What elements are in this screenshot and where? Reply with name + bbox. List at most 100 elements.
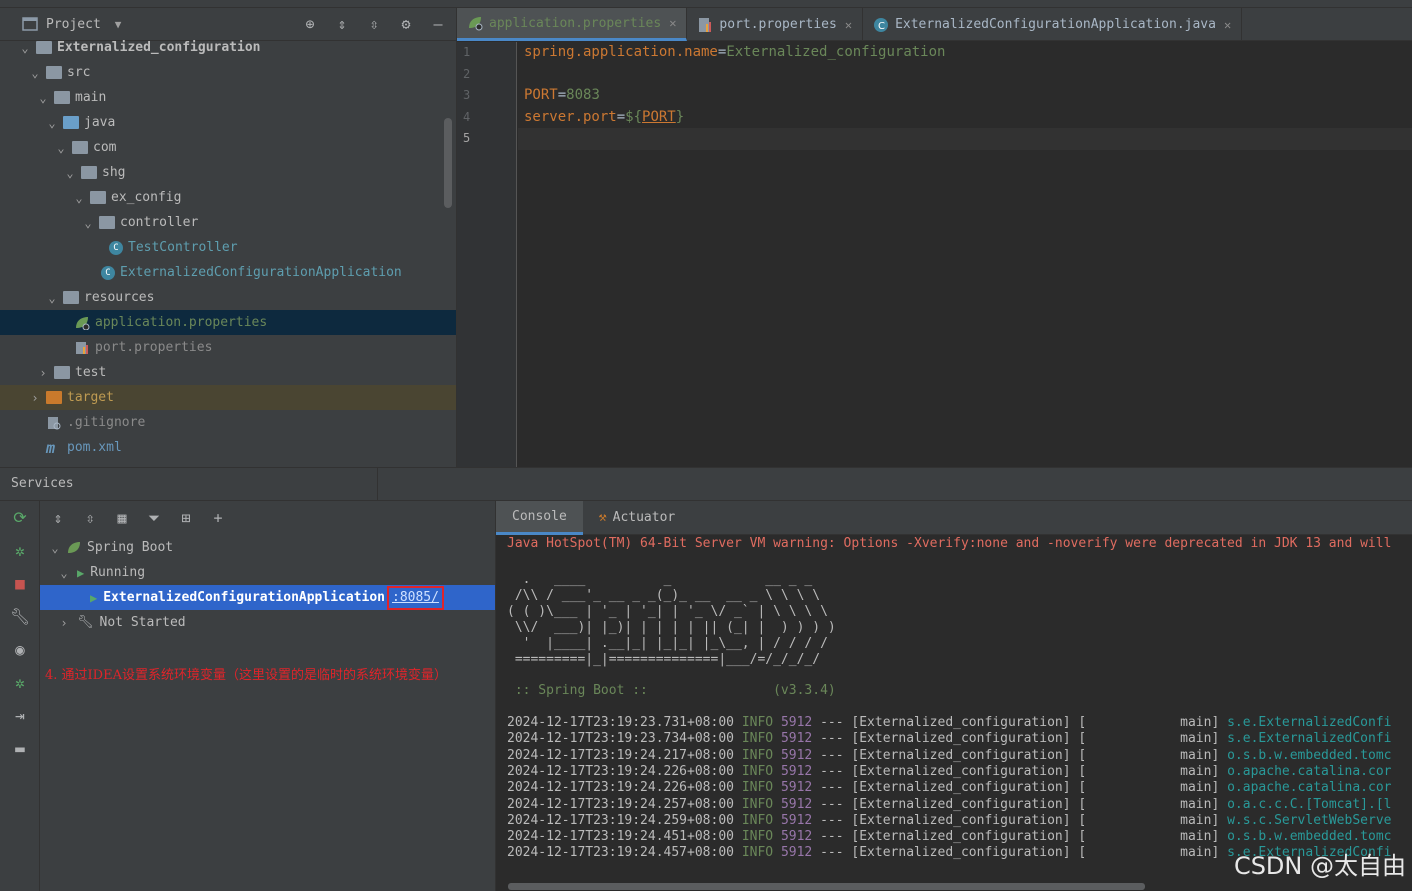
running-node[interactable]: ⌄ ▶ Running: [40, 560, 495, 585]
new-tab-icon[interactable]: ⊞: [176, 508, 196, 528]
window-top-strip: [0, 0, 1412, 8]
tree-item-module[interactable]: ⌄ Externalized_configuration: [0, 35, 456, 60]
close-icon[interactable]: ✕: [669, 16, 676, 30]
chevron-down-icon[interactable]: ⌄: [63, 166, 77, 180]
code-area[interactable]: spring.application.name = Externalized_con…: [518, 42, 1412, 467]
minimize-icon[interactable]: —: [428, 14, 448, 34]
tab-actuator[interactable]: ⚒ Actuator: [583, 501, 691, 535]
log-cls[interactable]: o.apache.catalina.cor: [1227, 780, 1391, 795]
log-sep: ---: [820, 731, 844, 747]
not-started-node[interactable]: › 🔧︎ Not Started: [40, 610, 495, 635]
chevron-down-icon[interactable]: ⌄: [45, 116, 59, 130]
log-cls[interactable]: s.e.ExternalizedConfi: [1227, 731, 1391, 746]
import-icon[interactable]: ⇥: [0, 699, 40, 732]
log-pid: 5912: [780, 780, 813, 796]
chevron-down-icon[interactable]: ⌄: [18, 41, 32, 55]
log-pid: 5912: [780, 845, 813, 861]
chevron-down-icon[interactable]: ⌄: [54, 141, 68, 155]
log-line: 2024-12-17T23:19:24.257+08:00 INFO 5912 …: [507, 797, 1391, 813]
chevron-right-icon[interactable]: ›: [28, 391, 42, 405]
chevron-down-icon[interactable]: ⌄: [81, 216, 95, 230]
chevron-right-icon[interactable]: ›: [36, 366, 50, 380]
layout-icon[interactable]: ▬: [0, 732, 40, 765]
tree-item-test[interactable]: › test: [0, 360, 456, 385]
tree-item-application-class[interactable]: C ExternalizedConfigurationApplication: [0, 260, 456, 285]
code-line[interactable]: [518, 64, 1412, 86]
tree-item-controller[interactable]: ⌄ controller: [0, 210, 456, 235]
gear-icon[interactable]: ⚙: [396, 14, 416, 34]
project-panel: Project ▼ ⊕ ⇕ ⇳ ⚙ — ⌄ Externalized_confi…: [0, 8, 457, 467]
tree-item-ex-config[interactable]: ⌄ ex_config: [0, 185, 456, 210]
play-icon: ▶: [77, 565, 85, 580]
tab-application-properties[interactable]: application.properties ✕: [457, 8, 688, 41]
log-thread: main]: [1094, 731, 1220, 747]
placeholder-close: }: [675, 108, 685, 125]
placeholder-reference[interactable]: PORT: [642, 109, 676, 125]
services-tree-panel: ⇕ ⇳ ▦ ⏷ ⊞ + ⌄ Spring Boot ⌄ ▶ Running ▶ …: [40, 501, 496, 891]
filter-icon[interactable]: ⏷: [144, 508, 164, 528]
stop-icon[interactable]: ■: [0, 567, 40, 600]
tree-item-pom[interactable]: m pom.xml: [0, 435, 456, 460]
tab-label: port.properties: [719, 17, 837, 32]
project-scrollbar[interactable]: [444, 118, 452, 208]
chevron-down-icon[interactable]: ▼: [115, 18, 122, 31]
tree-item-src[interactable]: ⌄ src: [0, 60, 456, 85]
close-icon[interactable]: ✕: [1224, 18, 1231, 32]
package-icon: [99, 216, 115, 229]
port-link[interactable]: :8085/: [387, 585, 444, 610]
expand-all-icon[interactable]: ⇕: [332, 14, 352, 34]
debug-settings-icon[interactable]: ✲: [0, 666, 40, 699]
chevron-down-icon[interactable]: ⌄: [72, 191, 86, 205]
maven-icon: m: [46, 438, 56, 457]
console-scrollbar[interactable]: [508, 883, 1145, 890]
tab-console[interactable]: Console: [496, 501, 583, 535]
log-cls[interactable]: o.s.b.w.embedded.tomc: [1227, 829, 1391, 844]
log-cls[interactable]: w.s.c.ServletWebServe: [1227, 813, 1391, 828]
code-line[interactable]: PORT=8083: [518, 85, 1412, 107]
collapse-all-icon[interactable]: ⇳: [80, 508, 100, 528]
tree-item-port-properties[interactable]: port.properties: [0, 335, 456, 360]
tree-item-gitignore[interactable]: .gitignore: [0, 410, 456, 435]
code-line-current[interactable]: [518, 128, 1412, 150]
spring-boot-node[interactable]: ⌄ Spring Boot: [40, 535, 495, 560]
project-title[interactable]: Project: [46, 17, 101, 32]
chevron-down-icon[interactable]: ⌄: [28, 66, 42, 80]
camera-icon[interactable]: ◉: [0, 633, 40, 666]
tree-item-com[interactable]: ⌄ com: [0, 135, 456, 160]
tree-item-application-properties[interactable]: application.properties: [0, 310, 456, 335]
chevron-down-icon[interactable]: ⌄: [57, 566, 71, 580]
chevron-down-icon[interactable]: ⌄: [36, 91, 50, 105]
tree-item-main[interactable]: ⌄ main: [0, 85, 456, 110]
banner-line: . ____ _ __ _ _: [507, 572, 813, 587]
tree-item-target[interactable]: › target: [0, 385, 456, 410]
spring-boot-version-line: :: Spring Boot :: (v3.3.4): [507, 683, 836, 698]
tree-item-java[interactable]: ⌄ java: [0, 110, 456, 135]
locate-icon[interactable]: ⊕: [300, 14, 320, 34]
tree-item-shg[interactable]: ⌄ shg: [0, 160, 456, 185]
close-icon[interactable]: ✕: [845, 18, 852, 32]
code-line[interactable]: spring.application.name=Externalized_con…: [518, 42, 1412, 64]
chevron-right-icon[interactable]: ›: [57, 616, 71, 630]
chevron-down-icon[interactable]: ⌄: [45, 291, 59, 305]
expand-all-icon[interactable]: ⇕: [48, 508, 68, 528]
spring-class-icon: C: [873, 17, 889, 33]
tab-application-java[interactable]: C ExternalizedConfigurationApplication.j…: [863, 8, 1243, 41]
rerun-icon[interactable]: ⟳: [0, 501, 40, 534]
log-cls[interactable]: o.a.c.c.C.[Tomcat].[l: [1227, 797, 1391, 812]
tree-item-test-controller[interactable]: C TestController: [0, 235, 456, 260]
log-cls[interactable]: o.s.b.w.embedded.tomc: [1227, 748, 1391, 763]
collapse-all-icon[interactable]: ⇳: [364, 14, 384, 34]
source-folder-icon: [63, 116, 79, 129]
chevron-down-icon[interactable]: ⌄: [48, 541, 62, 555]
log-cls[interactable]: o.apache.catalina.cor: [1227, 764, 1391, 779]
log-cls[interactable]: s.e.ExternalizedConfi: [1227, 715, 1391, 730]
log-pid: 5912: [780, 747, 813, 763]
add-icon[interactable]: +: [208, 508, 228, 528]
wrench-icon[interactable]: 🔧︎: [0, 600, 40, 633]
tree-item-resources[interactable]: ⌄ resources: [0, 285, 456, 310]
group-by-icon[interactable]: ▦: [112, 508, 132, 528]
tab-port-properties[interactable]: port.properties ✕: [687, 8, 864, 41]
debug-icon[interactable]: ✲: [0, 534, 40, 567]
running-app-node[interactable]: ▶ ExternalizedConfigurationApplication :…: [40, 585, 495, 610]
code-line[interactable]: server.port=${PORT}: [518, 107, 1412, 129]
